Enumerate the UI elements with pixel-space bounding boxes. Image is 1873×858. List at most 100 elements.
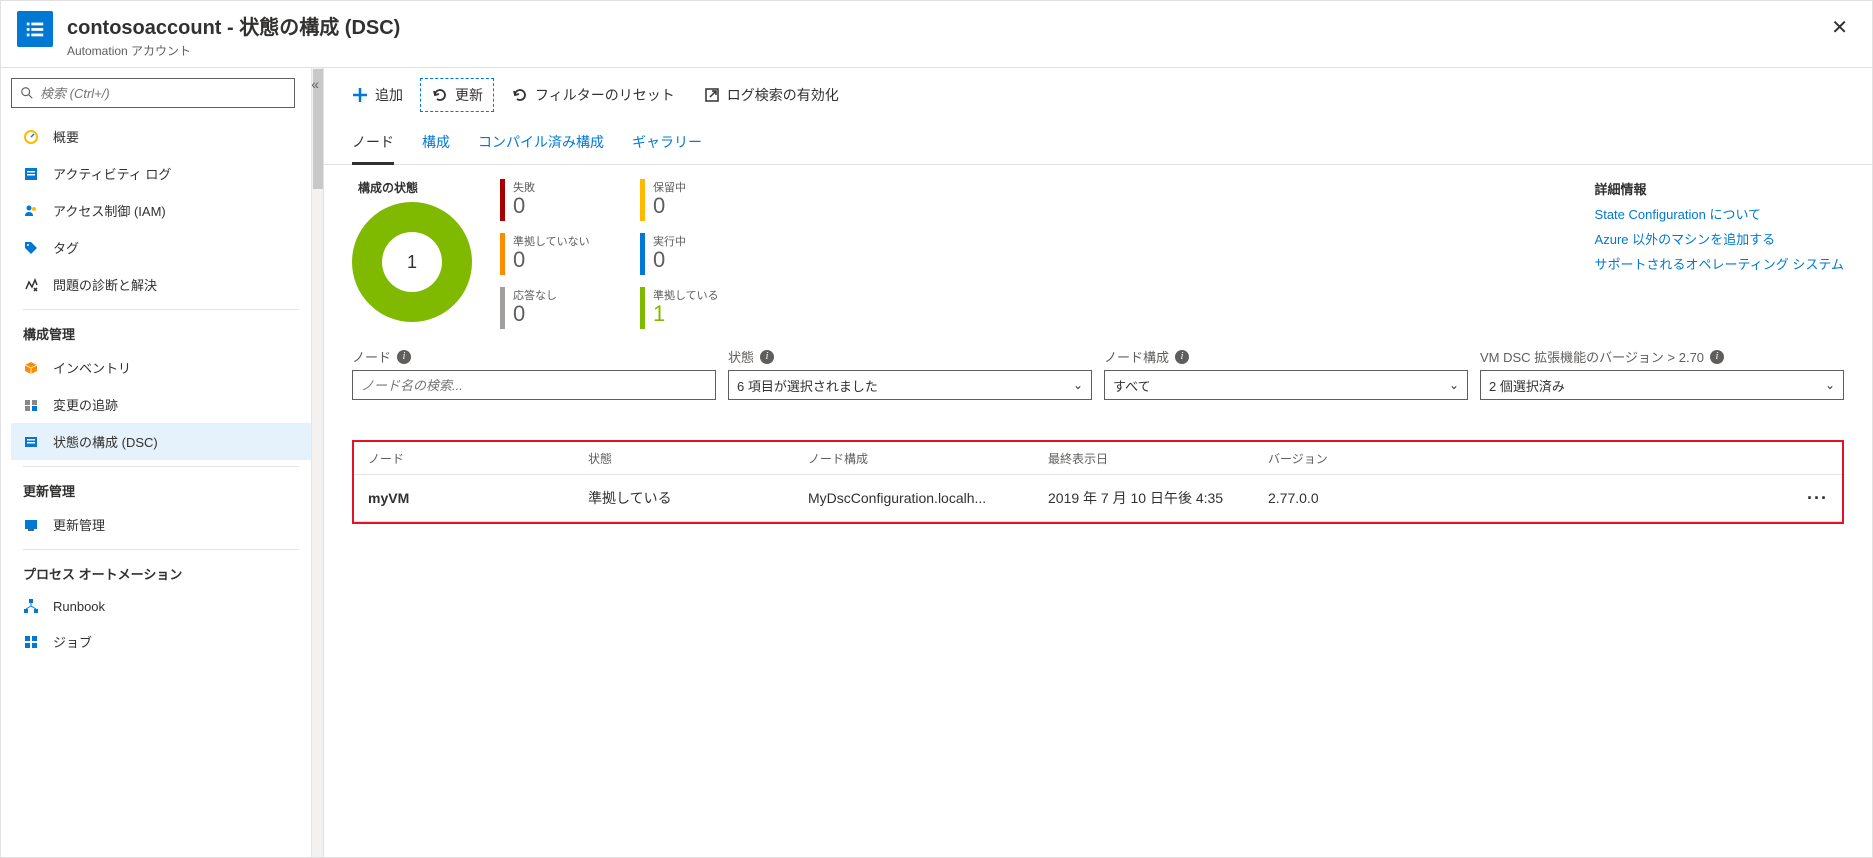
col-config[interactable]: ノード構成 <box>808 450 1048 467</box>
reset-filter-button[interactable]: フィルターのリセット <box>500 78 686 112</box>
stat-item: 失敗0 <box>500 179 620 221</box>
inventory-icon <box>23 360 39 376</box>
tab-configurations[interactable]: 構成 <box>422 122 450 164</box>
info-title: 詳細情報 <box>1595 179 1844 198</box>
button-label: 追加 <box>375 85 403 105</box>
refresh-icon <box>431 86 449 104</box>
add-button[interactable]: 追加 <box>340 78 414 112</box>
stat-bar <box>500 233 505 275</box>
sidebar-item-overview[interactable]: 概要 <box>11 118 311 155</box>
filter-config-label: ノード構成i <box>1104 347 1468 366</box>
overview-icon <box>23 129 39 145</box>
cell-version: 2.77.0.0 <box>1268 490 1768 506</box>
nav-section-process: プロセス オートメーション <box>11 550 311 589</box>
nodes-table: ノード 状態 ノード構成 最終表示日 バージョン myVM 準拠している MyD… <box>352 440 1844 524</box>
nav-label: アクティビティ ログ <box>53 164 171 183</box>
external-link-icon <box>703 86 721 104</box>
tag-icon <box>23 240 39 256</box>
cell-status: 準拠している <box>588 488 808 508</box>
filter-node-input[interactable] <box>352 370 716 400</box>
cell-last: 2019 年 7 月 10 日午後 4:35 <box>1048 488 1268 508</box>
col-status[interactable]: 状態 <box>588 450 808 467</box>
nav-label: インベントリ <box>53 358 131 377</box>
donut-chart: 1 <box>352 202 472 322</box>
cell-config: MyDscConfiguration.localh... <box>808 490 1048 506</box>
sidebar-item-update-management[interactable]: 更新管理 <box>11 506 311 543</box>
info-link-add-machine[interactable]: Azure 以外のマシンを追加する <box>1595 229 1844 248</box>
runbook-icon <box>23 598 39 614</box>
sidebar-item-dsc[interactable]: 状態の構成 (DSC) <box>11 423 311 460</box>
resource-icon <box>17 11 53 47</box>
page-header: contosoaccount - 状態の構成 (DSC) Automation … <box>1 1 1872 68</box>
sidebar-item-iam[interactable]: アクセス制御 (IAM) <box>11 192 311 229</box>
tab-nodes[interactable]: ノード <box>352 122 394 164</box>
col-node[interactable]: ノード <box>368 450 588 467</box>
stat-item: 準拠していない0 <box>500 233 620 275</box>
tab-compiled[interactable]: コンパイル済み構成 <box>478 122 604 164</box>
col-last[interactable]: 最終表示日 <box>1048 450 1268 467</box>
info-link-about[interactable]: State Configuration について <box>1595 204 1844 223</box>
table-row[interactable]: myVM 準拠している MyDscConfiguration.localh...… <box>354 474 1842 522</box>
chevron-down-icon: ⌄ <box>1825 378 1835 392</box>
stat-value: 0 <box>653 195 686 217</box>
filters-row: ノードi 状態i 6 項目が選択されました ⌄ ノード構成i <box>352 347 1844 400</box>
sidebar-item-change-tracking[interactable]: 変更の追跡 <box>11 386 311 423</box>
sidebar-item-inventory[interactable]: インベントリ <box>11 349 311 386</box>
stat-value: 0 <box>513 303 557 325</box>
nav-label: アクセス制御 (IAM) <box>53 201 166 220</box>
iam-icon <box>23 203 39 219</box>
enable-log-search-button[interactable]: ログ検索の有効化 <box>692 78 850 112</box>
refresh-button[interactable]: 更新 <box>420 78 494 112</box>
info-panel: 詳細情報 State Configuration について Azure 以外のマ… <box>1595 179 1844 279</box>
stat-item: 準拠している1 <box>640 287 760 329</box>
sidebar-item-runbook[interactable]: Runbook <box>11 589 311 623</box>
info-icon[interactable]: i <box>1175 350 1189 364</box>
filter-status-label: 状態i <box>728 347 1092 366</box>
filter-config-select[interactable]: すべて ⌄ <box>1104 370 1468 400</box>
info-link-supported-os[interactable]: サポートされるオペレーティング システム <box>1595 254 1844 273</box>
sidebar-search[interactable] <box>11 78 295 108</box>
page-title: contosoaccount - 状態の構成 (DSC) <box>67 11 1823 40</box>
info-icon[interactable]: i <box>760 350 774 364</box>
diagnose-icon <box>23 277 39 293</box>
sidebar-item-jobs[interactable]: ジョブ <box>11 623 311 660</box>
nav-section-update: 更新管理 <box>11 467 311 506</box>
node-search-input[interactable] <box>361 378 707 393</box>
sidebar-search-input[interactable] <box>40 86 286 101</box>
stat-bar <box>500 287 505 329</box>
stat-bar <box>640 233 645 275</box>
nav-label: 問題の診断と解決 <box>53 275 157 294</box>
info-icon[interactable]: i <box>1710 350 1724 364</box>
nav-label: タグ <box>53 238 79 257</box>
sidebar-item-diagnose[interactable]: 問題の診断と解決 <box>11 266 311 303</box>
nav-label: ジョブ <box>53 632 92 651</box>
nav-label: 変更の追跡 <box>53 395 118 414</box>
info-icon[interactable]: i <box>397 350 411 364</box>
col-version[interactable]: バージョン <box>1268 450 1768 467</box>
filter-status-select[interactable]: 6 項目が選択されました ⌄ <box>728 370 1092 400</box>
summary-section: 構成の状態 1 失敗0保留中0準拠していない0実行中0応答なし0準拠している1 … <box>352 179 1844 329</box>
search-icon <box>20 86 34 100</box>
filter-node-label: ノードi <box>352 347 716 366</box>
button-label: ログ検索の有効化 <box>727 85 839 105</box>
tab-gallery[interactable]: ギャラリー <box>632 122 702 164</box>
stat-value: 1 <box>653 303 719 325</box>
cell-node: myVM <box>368 490 588 506</box>
select-value: すべて <box>1113 376 1151 395</box>
row-actions-button[interactable]: ··· <box>1768 488 1828 509</box>
toolbar: 追加 更新 フィルターのリセット ログ検索の有効化 <box>324 68 1872 122</box>
sidebar-item-activity-log[interactable]: アクティビティ ログ <box>11 155 311 192</box>
stat-value: 0 <box>653 249 686 271</box>
sidebar-scrollbar[interactable] <box>311 68 323 857</box>
close-button[interactable]: ✕ <box>1823 11 1856 44</box>
stat-bar <box>640 179 645 221</box>
donut-value: 1 <box>407 252 417 273</box>
activity-log-icon <box>23 166 39 182</box>
tabs: ノード 構成 コンパイル済み構成 ギャラリー <box>324 122 1872 165</box>
stat-bar <box>500 179 505 221</box>
stat-bar <box>640 287 645 329</box>
filter-version-select[interactable]: 2 個選択済み ⌄ <box>1480 370 1844 400</box>
button-label: 更新 <box>455 85 483 105</box>
sidebar-item-tags[interactable]: タグ <box>11 229 311 266</box>
select-value: 2 個選択済み <box>1489 376 1565 395</box>
